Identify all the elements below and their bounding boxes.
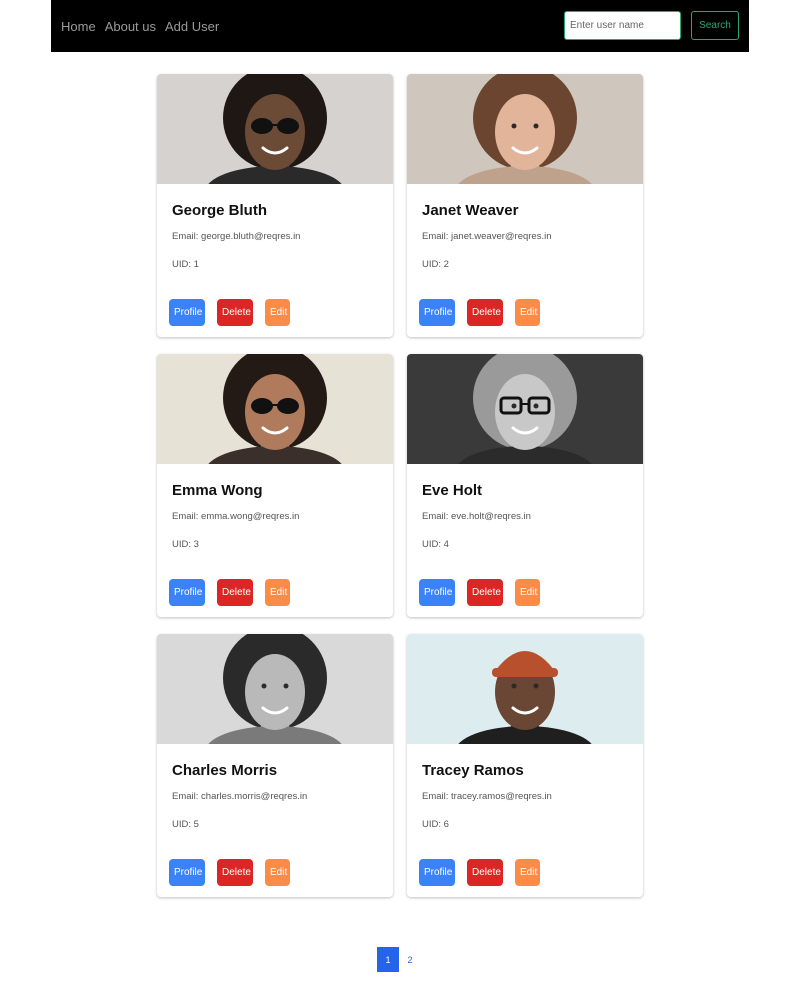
page-2-button[interactable]: 2: [399, 947, 421, 972]
nav-home-link[interactable]: Home: [61, 19, 96, 34]
user-avatar-photo: [407, 354, 643, 464]
user-email: Email: george.bluth@reqres.in: [172, 231, 301, 242]
delete-button[interactable]: Delete: [467, 299, 503, 326]
user-avatar-photo: [157, 354, 393, 464]
user-uid: UID: 5: [172, 819, 199, 830]
edit-button[interactable]: Edit: [515, 299, 540, 326]
user-card: Eve Holt Email: eve.holt@reqres.in UID: …: [407, 354, 643, 617]
user-name: Emma Wong: [172, 482, 263, 499]
user-name: Janet Weaver: [422, 202, 519, 219]
user-uid: UID: 2: [422, 259, 449, 270]
delete-button[interactable]: Delete: [217, 579, 253, 606]
nav-add-user-link[interactable]: Add User: [165, 19, 219, 34]
delete-button[interactable]: Delete: [467, 579, 503, 606]
delete-button[interactable]: Delete: [467, 859, 503, 886]
search-button[interactable]: Search: [691, 11, 739, 40]
user-card: Tracey Ramos Email: tracey.ramos@reqres.…: [407, 634, 643, 897]
user-avatar-photo: [157, 74, 393, 184]
user-email: Email: emma.wong@reqres.in: [172, 511, 300, 522]
card-actions: Profile Delete Edit: [169, 299, 302, 326]
profile-button[interactable]: Profile: [419, 859, 455, 886]
nav-about-link[interactable]: About us: [105, 19, 156, 34]
card-actions: Profile Delete Edit: [419, 579, 552, 606]
card-actions: Profile Delete Edit: [169, 859, 302, 886]
edit-button[interactable]: Edit: [515, 859, 540, 886]
edit-button[interactable]: Edit: [265, 579, 290, 606]
search-input[interactable]: [564, 11, 681, 40]
user-email: Email: charles.morris@reqres.in: [172, 791, 308, 802]
user-card: Janet Weaver Email: janet.weaver@reqres.…: [407, 74, 643, 337]
top-navbar: Home About us Add User Search: [51, 0, 749, 52]
edit-button[interactable]: Edit: [265, 299, 290, 326]
user-card: George Bluth Email: george.bluth@reqres.…: [157, 74, 393, 337]
search-form: Search: [564, 11, 739, 40]
user-name: Eve Holt: [422, 482, 483, 499]
edit-button[interactable]: Edit: [515, 579, 540, 606]
user-email: Email: eve.holt@reqres.in: [422, 511, 531, 522]
user-card-grid: George Bluth Email: george.bluth@reqres.…: [157, 74, 643, 897]
card-actions: Profile Delete Edit: [419, 299, 552, 326]
delete-button[interactable]: Delete: [217, 299, 253, 326]
user-name: Charles Morris: [172, 762, 278, 779]
nav-links: Home About us Add User: [61, 19, 228, 34]
user-name: Tracey Ramos: [422, 762, 524, 779]
card-actions: Profile Delete Edit: [419, 859, 552, 886]
delete-button[interactable]: Delete: [217, 859, 253, 886]
profile-button[interactable]: Profile: [169, 299, 205, 326]
profile-button[interactable]: Profile: [419, 299, 455, 326]
user-uid: UID: 1: [172, 259, 199, 270]
profile-button[interactable]: Profile: [419, 579, 455, 606]
profile-button[interactable]: Profile: [169, 859, 205, 886]
user-uid: UID: 6: [422, 819, 449, 830]
user-uid: UID: 3: [172, 539, 199, 550]
user-avatar-photo: [407, 74, 643, 184]
card-actions: Profile Delete Edit: [169, 579, 302, 606]
user-email: Email: janet.weaver@reqres.in: [422, 231, 552, 242]
user-avatar-photo: [407, 634, 643, 744]
profile-button[interactable]: Profile: [169, 579, 205, 606]
edit-button[interactable]: Edit: [265, 859, 290, 886]
user-card: Emma Wong Email: emma.wong@reqres.in UID…: [157, 354, 393, 617]
user-card: Charles Morris Email: charles.morris@req…: [157, 634, 393, 897]
user-name: George Bluth: [172, 202, 268, 219]
user-uid: UID: 4: [422, 539, 449, 550]
pagination: 1 2: [377, 947, 421, 972]
user-avatar-photo: [157, 634, 393, 744]
page-1-button[interactable]: 1: [377, 947, 399, 972]
user-email: Email: tracey.ramos@reqres.in: [422, 791, 552, 802]
